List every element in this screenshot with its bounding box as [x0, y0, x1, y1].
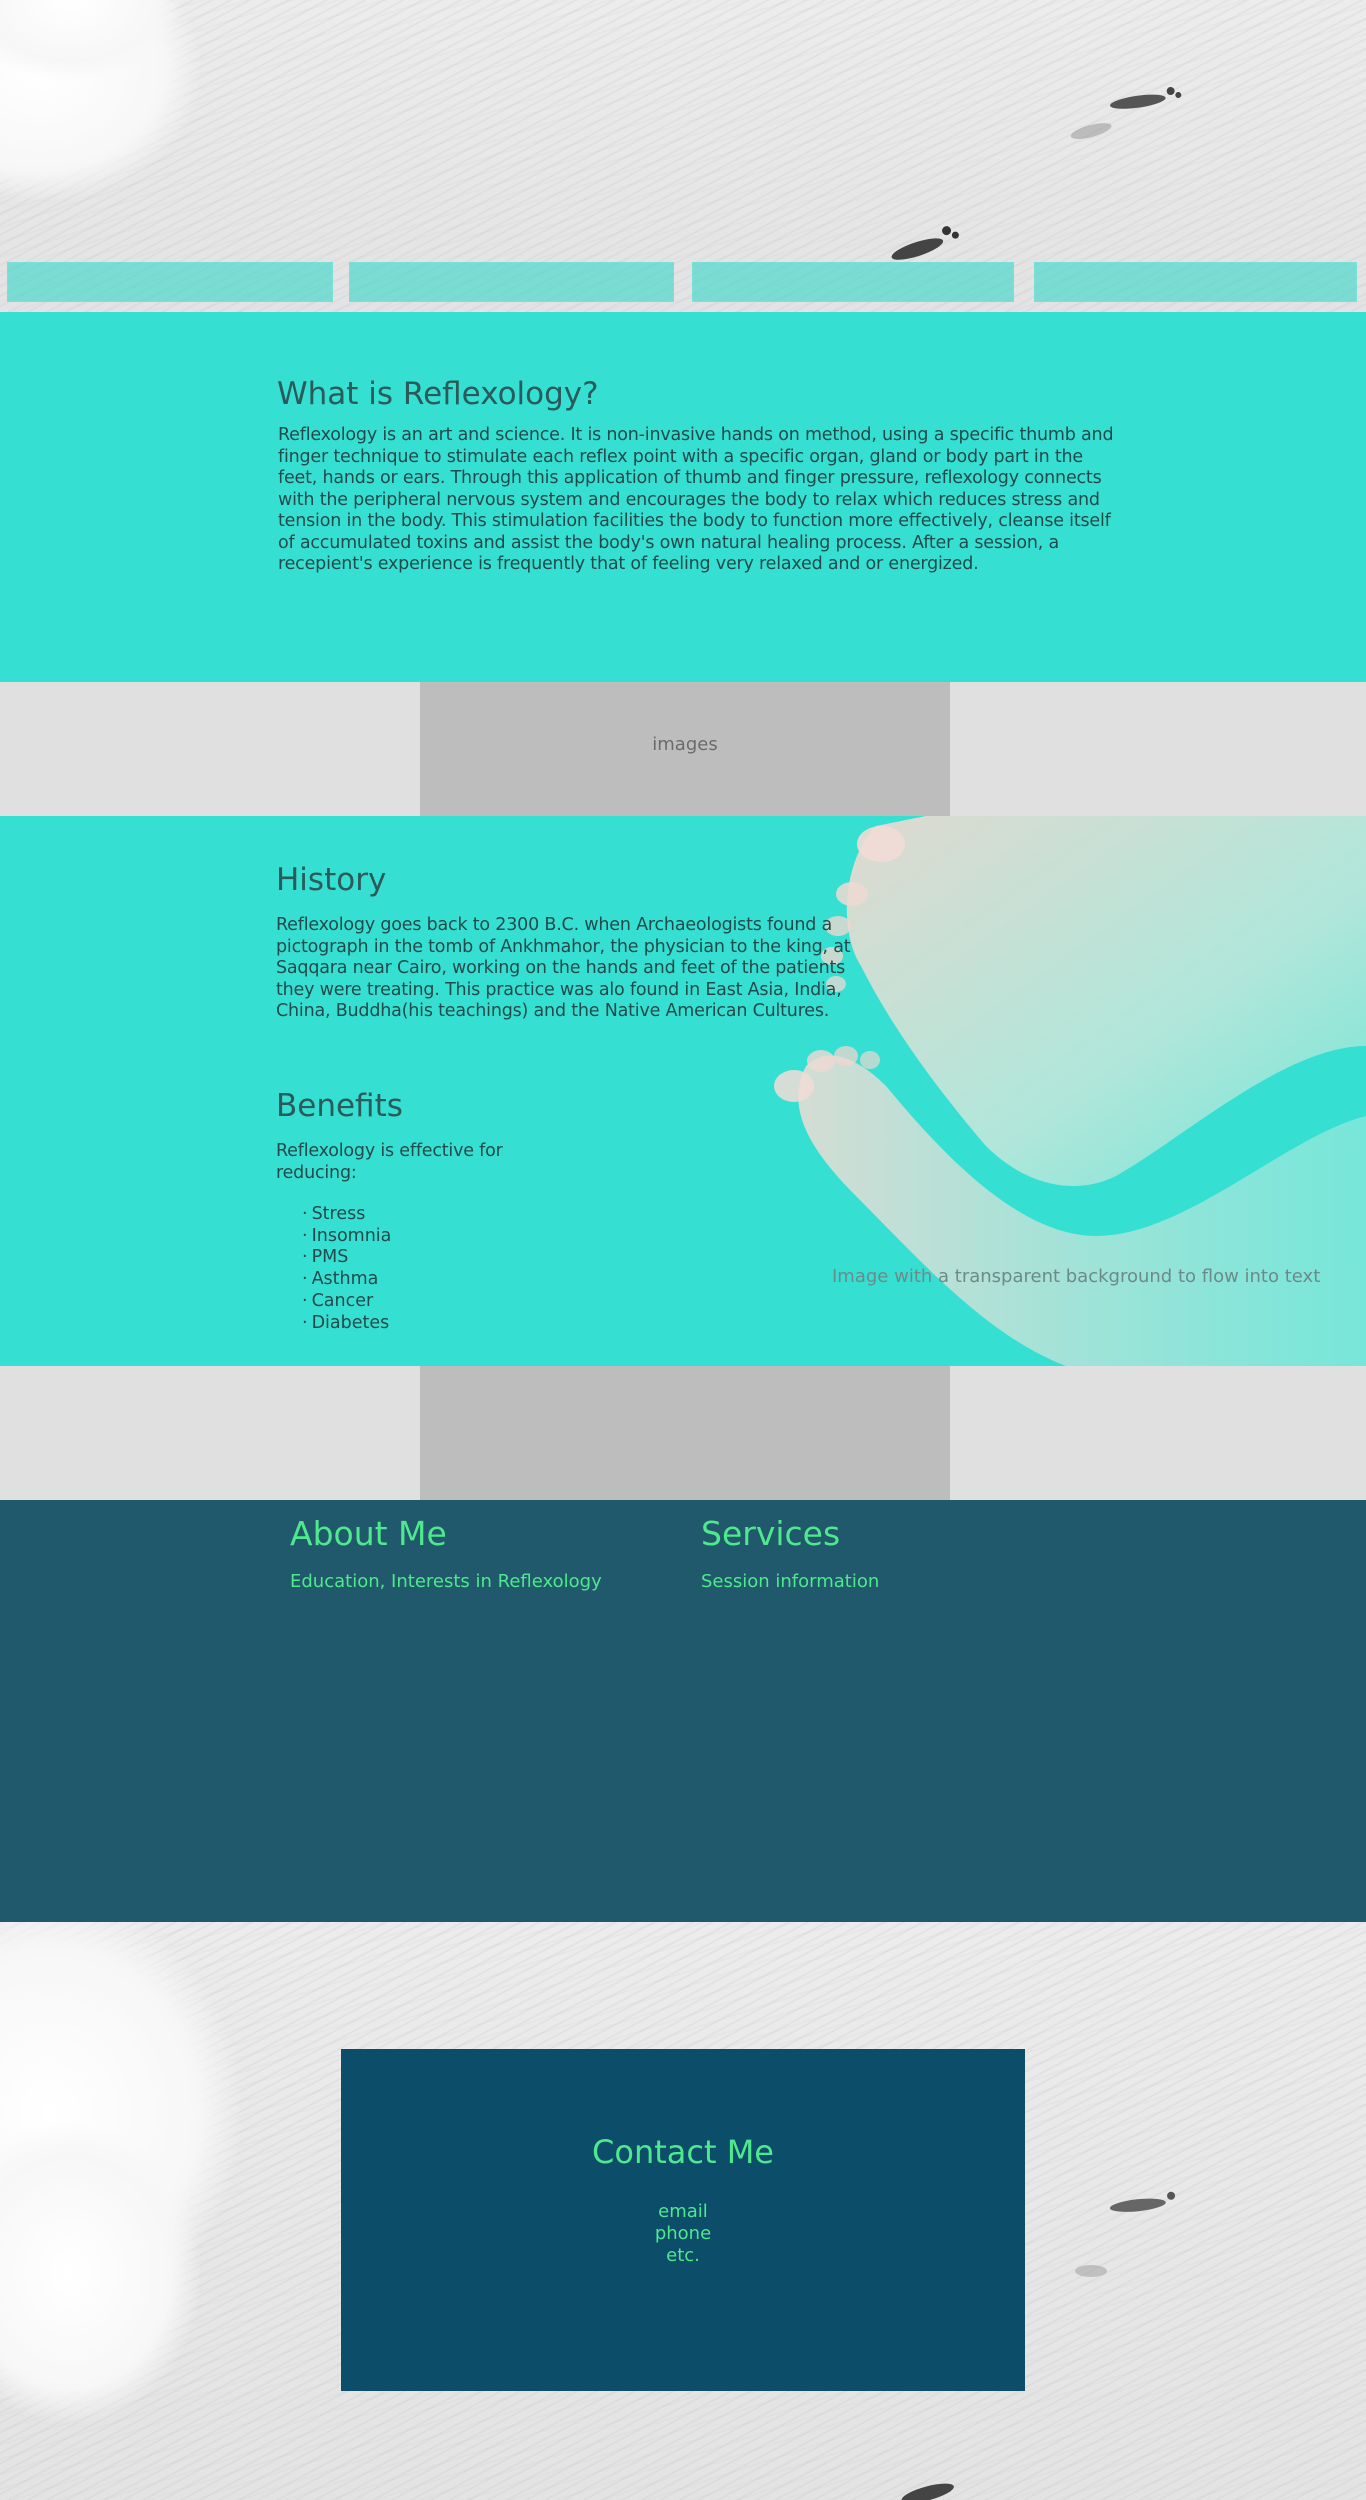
- top-nav: [0, 262, 1366, 304]
- benefits-list: Stress Insomnia PMS Asthma Cancer Diabet…: [302, 1204, 392, 1335]
- contact-etc: etc.: [666, 2245, 700, 2266]
- hero-beach-image: [0, 0, 1366, 312]
- footprint-icon: [1068, 114, 1121, 146]
- nav-button-2[interactable]: [349, 262, 674, 302]
- about-text: Education, Interests in Reflexology: [290, 1571, 602, 1592]
- what-is-reflexology-section: What is Reflexology? Reflexology is an a…: [0, 312, 1366, 682]
- history-benefits-section: History Reflexology goes back to 2300 B.…: [0, 816, 1366, 1366]
- nav-button-3[interactable]: [692, 262, 1014, 302]
- contact-phone-link[interactable]: phone: [341, 2223, 1025, 2245]
- list-item: Asthma: [302, 1269, 391, 1291]
- feet-image-caption: Image with a transparent background to f…: [832, 1266, 1321, 1287]
- image-placeholder-2: [420, 1366, 950, 1500]
- services-text: Session information: [701, 1571, 880, 1592]
- list-item: PMS: [302, 1247, 391, 1269]
- footprint-icon: [898, 2467, 981, 2500]
- benefits-intro: Reflexology is effective for reducing:: [276, 1141, 503, 1183]
- about-title[interactable]: About Me: [290, 1514, 447, 1553]
- about-services-section: About Me Education, Interests in Reflexo…: [0, 1500, 1366, 1922]
- wave-foam: [0, 0, 180, 80]
- contact-title: Contact Me: [592, 2133, 774, 2171]
- footprint-icon: [1109, 2188, 1191, 2224]
- services-title[interactable]: Services: [701, 1514, 840, 1553]
- nav-button-1[interactable]: [7, 262, 333, 302]
- history-title: History: [276, 862, 387, 898]
- list-item: Insomnia: [302, 1226, 392, 1248]
- images-band: images: [0, 682, 1366, 816]
- footer-beach-image: Contact Me email phone etc.: [0, 1922, 1366, 2500]
- benefits-title: Benefits: [276, 1088, 403, 1124]
- history-body: Reflexology goes back to 2300 B.C. when …: [276, 915, 851, 1021]
- list-item: Stress: [302, 1204, 391, 1226]
- footprint-icon: [1075, 2262, 1115, 2280]
- image-placeholder: images: [420, 682, 950, 816]
- contact-box: Contact Me email phone etc.: [341, 2049, 1025, 2391]
- list-item: Cancer: [302, 1291, 391, 1313]
- images-band-2: [0, 1366, 1366, 1500]
- section-body: Reflexology is an art and science. It is…: [278, 425, 1114, 574]
- list-item: Diabetes: [302, 1313, 391, 1335]
- wave-foam: [0, 2122, 200, 2422]
- contact-email-link[interactable]: email: [341, 2201, 1025, 2223]
- nav-button-4[interactable]: [1034, 262, 1357, 302]
- footprint-icon: [1108, 83, 1191, 122]
- contact-list: email phone etc.: [341, 2201, 1025, 2267]
- section-title: What is Reflexology?: [277, 376, 599, 412]
- image-placeholder-label: images: [652, 734, 718, 755]
